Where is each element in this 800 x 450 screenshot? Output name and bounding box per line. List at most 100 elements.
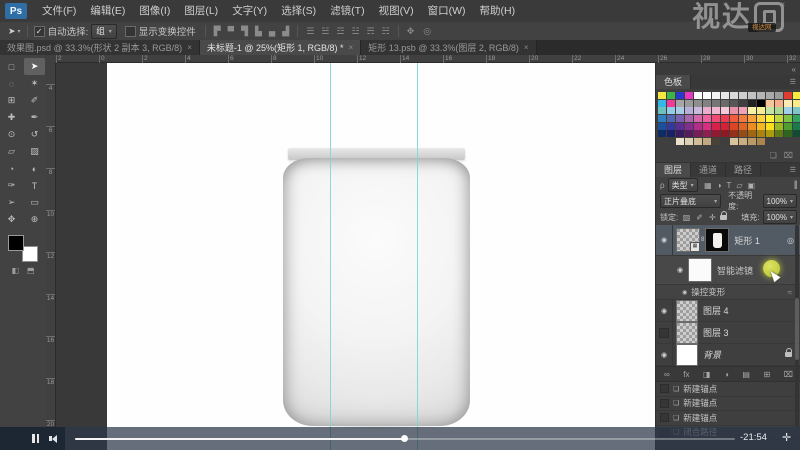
menu-item[interactable]: 编辑(E) — [83, 0, 132, 22]
color-swatch[interactable] — [720, 107, 730, 115]
color-swatch[interactable] — [684, 130, 694, 138]
color-swatch[interactable] — [675, 107, 685, 115]
color-swatch[interactable] — [666, 107, 676, 115]
color-swatch[interactable] — [775, 138, 783, 145]
color-swatch[interactable] — [774, 99, 784, 107]
rectangular-marquee-tool[interactable]: □ — [1, 58, 22, 75]
visibility-eye-icon[interactable]: ◉ — [672, 256, 688, 284]
color-swatch[interactable] — [711, 130, 721, 138]
lasso-tool[interactable]: ◌ — [1, 75, 22, 92]
panel-tab[interactable]: 路径 — [726, 163, 762, 177]
distribute-right-icon[interactable]: ☵ — [380, 26, 392, 37]
color-swatch[interactable] — [693, 138, 703, 146]
color-swatch[interactable] — [702, 107, 712, 115]
color-swatch[interactable] — [658, 92, 667, 99]
color-swatch[interactable] — [658, 122, 667, 130]
color-swatch[interactable] — [793, 138, 800, 145]
brush-tool[interactable]: ✒ — [24, 109, 45, 126]
tab-close-icon[interactable]: × — [524, 43, 529, 52]
layer-name[interactable]: 矩形 1 — [734, 234, 760, 247]
document-canvas[interactable] — [107, 63, 662, 450]
zoom-tool[interactable]: ⊕ — [24, 211, 45, 228]
color-swatch[interactable] — [747, 122, 757, 130]
vertical-guide[interactable] — [330, 63, 331, 450]
pause-button[interactable] — [31, 434, 40, 443]
tab-close-icon[interactable]: × — [187, 43, 192, 52]
distribute-vcenter-icon[interactable]: ☱ — [319, 26, 331, 37]
color-swatch[interactable] — [756, 138, 766, 146]
color-swatch[interactable] — [774, 130, 784, 138]
color-swatch[interactable] — [720, 130, 730, 138]
align-left-edges-icon[interactable]: ▛ — [212, 26, 223, 37]
visibility-eye-icon[interactable]: ◉ — [656, 225, 673, 255]
color-swatch[interactable] — [675, 115, 685, 123]
type-tool[interactable]: T — [24, 177, 45, 194]
3d-mode-icon[interactable]: ◎ — [421, 26, 433, 37]
foreground-color-swatch[interactable] — [8, 235, 24, 251]
collapse-dock-icon[interactable]: « — [792, 65, 796, 74]
new-swatch-icon[interactable]: ❏ — [770, 151, 777, 160]
panel-tab[interactable]: 通道 — [691, 163, 727, 177]
color-swatch[interactable] — [774, 115, 784, 123]
auto-align-icon[interactable]: ✥ — [405, 26, 417, 37]
menu-item[interactable]: 图像(I) — [132, 0, 177, 22]
color-swatch[interactable] — [667, 138, 675, 145]
layer-thumbnail[interactable] — [676, 321, 698, 344]
lock-move-icon[interactable]: ✛ — [708, 213, 718, 222]
color-swatch[interactable] — [693, 99, 703, 107]
layer-name[interactable]: 图层 4 — [703, 304, 729, 317]
menu-item[interactable]: 视图(V) — [372, 0, 421, 22]
distribute-hcenter-icon[interactable]: ☴ — [365, 26, 377, 37]
color-swatch[interactable] — [756, 107, 766, 115]
color-swatch[interactable] — [702, 138, 712, 146]
color-swatch[interactable] — [792, 92, 800, 99]
type-layer-filter-icon[interactable]: T — [725, 181, 733, 190]
panel-menu-icon[interactable]: ☰ — [790, 78, 800, 86]
progress-playhead[interactable] — [401, 435, 408, 442]
color-swatch[interactable] — [702, 99, 712, 107]
color-swatch[interactable] — [675, 122, 685, 130]
new-layer-icon[interactable]: ⊞ — [763, 370, 770, 379]
layer-name[interactable]: 背景 — [703, 348, 721, 361]
color-swatch[interactable] — [765, 122, 775, 130]
history-brush-tool[interactable]: ↺ — [24, 126, 45, 143]
color-swatch[interactable] — [765, 107, 775, 115]
color-swatch[interactable] — [783, 130, 793, 138]
history-source-checkbox[interactable] — [660, 384, 669, 394]
color-swatch[interactable] — [702, 122, 712, 130]
spot-healing-brush-tool[interactable]: ✚ — [1, 109, 22, 126]
visibility-eye-icon[interactable]: ◉ — [682, 289, 687, 296]
new-group-icon[interactable]: ▤ — [742, 370, 750, 379]
color-swatch[interactable] — [774, 107, 784, 115]
lock-paint-icon[interactable]: ✐ — [695, 213, 705, 222]
layer-thumbnail[interactable]: ▦ — [676, 228, 700, 252]
shape-tool[interactable]: ▭ — [24, 194, 45, 211]
pen-tool[interactable]: ✑ — [1, 177, 22, 194]
fill-dropdown[interactable]: 100% ▾ — [762, 210, 797, 224]
color-swatch[interactable] — [783, 107, 793, 115]
kind-filter-dropdown[interactable]: 类型 ▾ — [667, 178, 698, 192]
move-tool-preset-icon[interactable]: ➤ — [6, 26, 18, 37]
color-swatch[interactable] — [729, 92, 739, 99]
color-swatch[interactable] — [729, 138, 739, 146]
color-swatch[interactable] — [783, 99, 793, 107]
history-source-checkbox[interactable] — [660, 413, 669, 423]
color-swatch[interactable] — [658, 130, 667, 138]
color-swatch[interactable] — [684, 107, 694, 115]
add-mask-icon[interactable]: ◨ — [703, 370, 711, 379]
pixel-layer-filter-icon[interactable]: ▦ — [703, 181, 714, 190]
color-swatch[interactable] — [720, 92, 730, 99]
color-swatch[interactable] — [738, 130, 748, 138]
path-selection-tool[interactable]: ➢ — [1, 194, 22, 211]
menu-item[interactable]: 选择(S) — [274, 0, 323, 22]
tab-close-icon[interactable]: × — [349, 43, 354, 52]
color-swatch[interactable] — [765, 115, 775, 123]
color-swatch[interactable] — [702, 115, 712, 123]
smart-filter-expand-icon[interactable]: ◎ — [787, 236, 794, 245]
align-hcenter-icon[interactable]: ▀ — [226, 26, 236, 37]
crop-tool[interactable]: ⊞ — [1, 92, 22, 109]
delete-swatch-icon[interactable]: ⌧ — [784, 151, 793, 160]
color-swatch[interactable] — [684, 115, 694, 123]
fullscreen-icon[interactable]: ✛ — [782, 431, 791, 444]
color-swatch[interactable] — [729, 99, 739, 107]
